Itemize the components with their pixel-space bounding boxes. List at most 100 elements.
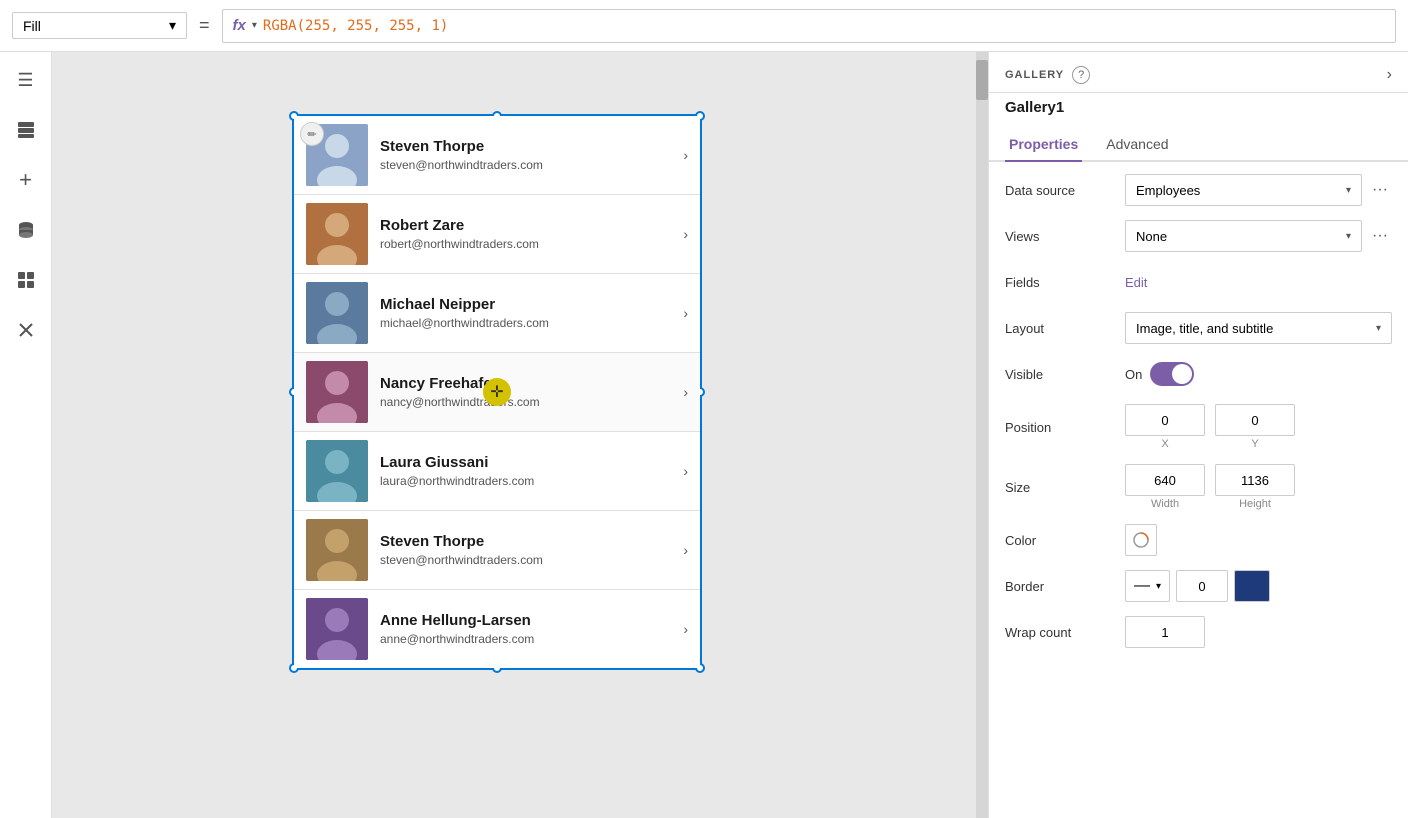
views-control: None ▾ ··· [1125,220,1392,252]
item-info-2: Michael Neipper michael@northwindtraders… [380,296,675,330]
views-dropdown[interactable]: None ▾ [1125,220,1362,252]
border-line: — [1134,578,1150,594]
item-photo-4 [306,440,368,502]
views-chevron: ▾ [1346,231,1351,242]
layout-control: Image, title, and subtitle ▾ [1125,312,1392,344]
components-icon[interactable] [10,264,42,296]
prop-row-datasource: Data source Employees ▾ ··· [1005,174,1392,206]
panel-title-row: GALLERY ? [1005,66,1090,84]
item-info-4: Laura Giussani laura@northwindtraders.co… [380,454,675,488]
panel-header: GALLERY ? › [989,52,1408,93]
layout-dropdown[interactable]: Image, title, and subtitle ▾ [1125,312,1392,344]
fill-chevron: ▾ [169,17,176,34]
item-email-1: robert@northwindtraders.com [380,237,675,251]
position-y-input[interactable] [1215,404,1295,436]
item-info-0: Steven Thorpe steven@northwindtraders.co… [380,138,675,172]
visible-toggle[interactable] [1150,362,1194,386]
scrollbar-thumb[interactable] [976,60,988,100]
item-photo-3 [306,361,368,423]
item-chevron-3: › [683,384,688,400]
item-name-2: Michael Neipper [380,296,675,313]
gallery-edit-icon[interactable]: ✏ [300,122,324,146]
item-photo-6 [306,598,368,660]
gallery-item-3[interactable]: ✛ Nancy Freehafer nancy@northwindtraders… [294,353,700,432]
size-label: Size [1005,480,1125,495]
border-width-input[interactable] [1176,570,1228,602]
fx-chevron: ▾ [252,20,257,31]
border-style-chevron: ▾ [1156,581,1161,592]
size-height-label: Height [1239,498,1271,510]
datasource-label: Data source [1005,183,1125,198]
item-email-6: anne@northwindtraders.com [380,632,675,646]
move-cursor[interactable]: ✛ [483,378,511,406]
item-email-3: nancy@northwindtraders.com [380,395,675,409]
gallery-item-0[interactable]: Steven Thorpe steven@northwindtraders.co… [294,116,700,195]
fields-edit-link[interactable]: Edit [1125,275,1147,290]
gallery-item-4[interactable]: Laura Giussani laura@northwindtraders.co… [294,432,700,511]
panel-tabs: Properties Advanced [989,128,1408,162]
size-width-input[interactable] [1125,464,1205,496]
views-value: None [1136,229,1167,244]
position-x-input[interactable] [1125,404,1205,436]
fill-dropdown[interactable]: Fill ▾ [12,12,187,39]
item-info-3: Nancy Freehafer nancy@northwindtraders.c… [380,375,675,409]
border-style-dropdown[interactable]: — ▾ [1125,570,1170,602]
border-color-swatch[interactable] [1234,570,1270,602]
layout-chevron: ▾ [1376,323,1381,334]
item-email-2: michael@northwindtraders.com [380,316,675,330]
prop-row-visible: Visible On [1005,358,1392,390]
formula-rgba: RGBA(255, 255, 255, 1) [263,18,448,34]
item-name-0: Steven Thorpe [380,138,675,155]
top-bar: Fill ▾ = fx ▾ RGBA(255, 255, 255, 1) [0,0,1408,52]
visible-control: On [1125,362,1392,386]
canvas-area: ✏ Steven Thorpe steven@northwindtraders.… [52,52,988,818]
gallery-widget[interactable]: ✏ Steven Thorpe steven@northwindtraders.… [292,114,702,670]
left-sidebar: ☰ + [0,52,52,818]
prop-row-fields: Fields Edit [1005,266,1392,298]
tab-advanced[interactable]: Advanced [1102,128,1172,162]
layers-icon[interactable] [10,114,42,146]
views-more-btn[interactable]: ··· [1368,223,1392,249]
color-swatch[interactable] [1125,524,1157,556]
item-info-6: Anne Hellung-Larsen anne@northwindtrader… [380,612,675,646]
database-icon[interactable] [10,214,42,246]
layout-label: Layout [1005,321,1125,336]
panel-help-icon[interactable]: ? [1072,66,1090,84]
position-y-label: Y [1251,438,1258,450]
datasource-more-btn[interactable]: ··· [1368,177,1392,203]
tab-properties[interactable]: Properties [1005,128,1082,162]
hamburger-icon[interactable]: ☰ [10,64,42,96]
wrap-count-label: Wrap count [1005,625,1125,640]
wrap-count-input[interactable] [1125,616,1205,648]
gallery-item-5[interactable]: Steven Thorpe steven@northwindtraders.co… [294,511,700,590]
size-control: Width Height [1125,464,1392,510]
panel-title: GALLERY [1005,69,1064,81]
right-panel: GALLERY ? › Gallery1 Properties Advanced… [988,52,1408,818]
panel-close-btn[interactable]: › [1387,66,1392,84]
panel-gallery-name: Gallery1 [989,93,1408,128]
tools-icon[interactable] [10,314,42,346]
item-photo-2 [306,282,368,344]
gallery-item-1[interactable]: Robert Zare robert@northwindtraders.com … [294,195,700,274]
position-y-col: Y [1215,404,1295,450]
item-name-6: Anne Hellung-Larsen [380,612,675,629]
item-chevron-5: › [683,542,688,558]
fields-label: Fields [1005,275,1125,290]
prop-row-wrap-count: Wrap count [1005,616,1392,648]
position-x-label: X [1161,438,1168,450]
item-chevron-2: › [683,305,688,321]
size-height-input[interactable] [1215,464,1295,496]
visible-toggle-container: On [1125,362,1194,386]
item-name-4: Laura Giussani [380,454,675,471]
datasource-control: Employees ▾ ··· [1125,174,1392,206]
formula-bar[interactable]: fx ▾ RGBA(255, 255, 255, 1) [222,9,1396,43]
add-icon[interactable]: + [10,164,42,196]
item-name-5: Steven Thorpe [380,533,675,550]
datasource-dropdown[interactable]: Employees ▾ [1125,174,1362,206]
item-email-5: steven@northwindtraders.com [380,553,675,567]
canvas-scrollbar[interactable] [976,52,988,818]
fill-label: Fill [23,18,41,34]
gallery-item-6[interactable]: Anne Hellung-Larsen anne@northwindtrader… [294,590,700,668]
position-control: X Y [1125,404,1392,450]
gallery-item-2[interactable]: Michael Neipper michael@northwindtraders… [294,274,700,353]
